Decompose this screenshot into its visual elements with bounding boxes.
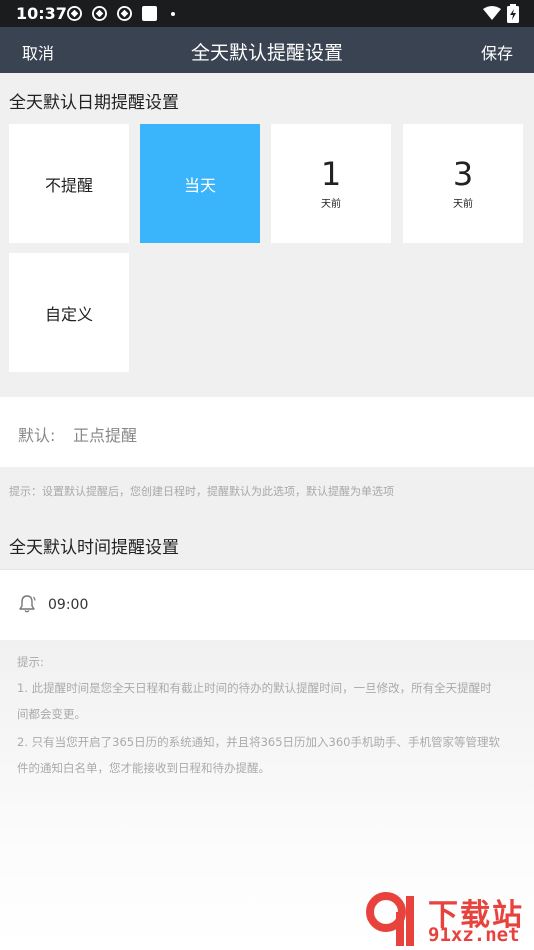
dot-icon — [171, 12, 175, 16]
wifi-icon — [483, 6, 501, 20]
option-number: 3 — [452, 155, 474, 193]
app-icon — [117, 6, 132, 21]
app-icon — [67, 6, 82, 21]
hint-line: 件的通知白名单，您才能接收到日程和待办提醒。 — [17, 761, 270, 775]
status-bar: 10:37 — [0, 0, 534, 27]
option-no-reminder[interactable]: 不提醒 — [9, 124, 129, 243]
default-label: 默认: — [18, 426, 56, 445]
square-icon — [142, 6, 157, 21]
option-unit: 天前 — [321, 199, 341, 210]
option-custom[interactable]: 自定义 — [9, 253, 129, 372]
section-title-time: 全天默认时间提醒设置 — [9, 538, 179, 558]
option-unit: 天前 — [453, 199, 473, 210]
option-label: 不提醒 — [44, 175, 93, 195]
battery-icon — [507, 4, 519, 23]
status-time: 10:37 — [16, 4, 67, 23]
time-reminder-header: 全天默认时间提醒设置 — [0, 513, 534, 569]
watermark-logo-icon — [366, 892, 414, 946]
time-value: 09:00 — [48, 597, 89, 613]
option-label: 当天 — [183, 175, 216, 195]
time-reminder-row[interactable]: 09:00 — [0, 569, 534, 640]
save-button[interactable]: 保存 — [481, 40, 513, 64]
hint-line: 间都会变更。 — [17, 707, 86, 721]
date-hint-text: 提示：设置默认提醒后，您创建日程时，提醒默认为此选项，默认提醒为单选项 — [9, 485, 394, 498]
date-hint: 提示：设置默认提醒后，您创建日程时，提醒默认为此选项，默认提醒为单选项 — [0, 467, 534, 513]
default-value: 正点提醒 — [73, 426, 138, 445]
default-reminder-row: 默认: 正点提醒 — [0, 397, 534, 467]
option-3-days-before[interactable]: 3 天前 — [403, 124, 523, 243]
cancel-button[interactable]: 取消 — [22, 40, 54, 64]
header-bar: 取消 全天默认提醒设置 保存 — [0, 27, 534, 73]
section-title-date: 全天默认日期提醒设置 — [9, 93, 179, 113]
option-same-day[interactable]: 当天 — [140, 124, 260, 243]
watermark: 下载站 91xz.net — [360, 888, 534, 950]
app-icon — [92, 6, 107, 21]
option-label: 自定义 — [44, 304, 93, 324]
option-1-day-before[interactable]: 1 天前 — [271, 124, 391, 243]
bell-icon — [19, 595, 36, 613]
hint-line: 2. 只有当您开启了365日历的系统通知，并且将365日历加入360手机助手、手… — [17, 735, 500, 749]
hint-line: 1. 此提醒时间是您全天日程和有截止时间的待办的默认提醒时间，一旦修改，所有全天… — [17, 681, 492, 695]
date-reminder-section: 全天默认日期提醒设置 不提醒 当天 1 天前 3 天前 自定义 — [0, 73, 534, 397]
watermark-url: 91xz.net — [428, 924, 520, 946]
page-title: 全天默认提醒设置 — [190, 42, 343, 64]
hint-heading: 提示: — [17, 655, 44, 669]
option-number: 1 — [320, 155, 342, 193]
